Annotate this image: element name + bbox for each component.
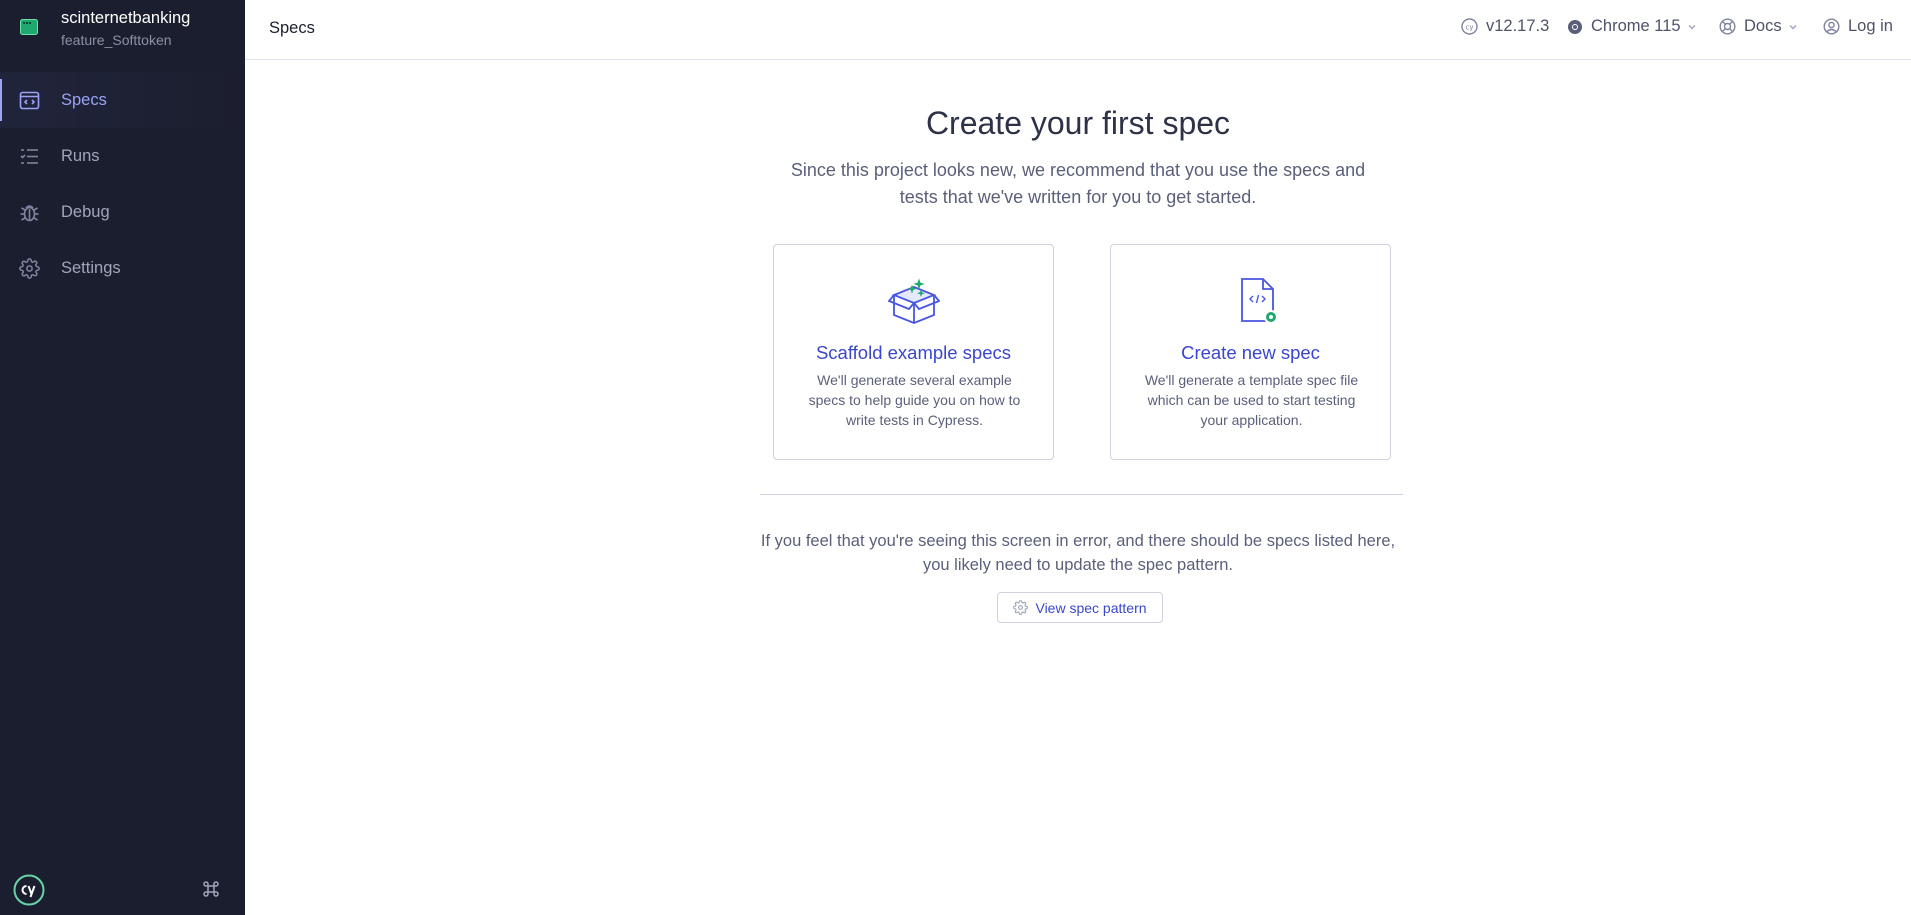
help-text-line-1: If you feel that you're seeing this scre…	[760, 532, 1396, 550]
sidebar-item-label: Specs	[61, 90, 107, 109]
help-text-line-2: you likely need to update the spec patte…	[922, 556, 1234, 574]
project-switcher[interactable]: scinternetbanking feature_Softtoken	[0, 0, 245, 56]
sidebar-item-settings[interactable]: Settings	[0, 240, 245, 296]
cypress-logo-icon[interactable]	[13, 874, 45, 906]
sidebar-item-runs[interactable]: Runs	[0, 128, 245, 184]
svg-text:cy: cy	[1466, 24, 1474, 32]
sidebar-item-label: Debug	[61, 202, 110, 221]
project-icon	[20, 19, 38, 35]
docs-icon	[1719, 18, 1736, 35]
project-name: scinternetbanking	[61, 9, 191, 27]
chrome-icon	[1568, 19, 1582, 34]
login-label: Log in	[1848, 17, 1893, 35]
docs-menu[interactable]: Docs	[1719, 17, 1798, 36]
view-spec-pattern-label: View spec pattern	[1035, 599, 1147, 616]
card-title: Create new spec	[1181, 342, 1320, 363]
login-button[interactable]: Log in	[1823, 17, 1893, 36]
browser-label: Chrome 115	[1591, 17, 1681, 35]
settings-icon	[19, 258, 40, 279]
sidebar-item-label: Runs	[61, 146, 100, 165]
chevron-down-icon	[1688, 24, 1696, 29]
spec-pattern-help-text: If you feel that you're seeing this scre…	[245, 529, 1911, 577]
page-title: Specs	[269, 19, 315, 37]
sidebar: scinternetbanking feature_Softtoken Spec…	[0, 0, 245, 915]
file-code-icon	[1241, 278, 1278, 324]
keyboard-shortcuts-icon[interactable]	[202, 880, 220, 898]
scaffold-example-specs-card[interactable]: Scaffold example specs We'll generate se…	[773, 244, 1054, 460]
cypress-version-icon: cy	[1461, 18, 1478, 35]
browser-selector[interactable]: Chrome 115	[1567, 17, 1697, 36]
sidebar-nav: Specs Runs Debug Settings	[0, 72, 245, 296]
create-new-spec-card[interactable]: Create new spec We'll generate a templat…	[1110, 244, 1391, 460]
card-description: We'll generate a template spec file whic…	[1144, 372, 1359, 428]
specs-icon	[19, 91, 40, 110]
top-header: Specs cy v12.17.3 Chrome 115 Docs Log in	[245, 0, 1911, 60]
version-label: v12.17.3	[1486, 17, 1550, 35]
box-sparkle-icon	[888, 278, 940, 324]
chevron-down-icon	[1789, 24, 1797, 29]
docs-label: Docs	[1744, 17, 1782, 35]
gear-icon	[1013, 600, 1029, 615]
sidebar-item-specs[interactable]: Specs	[0, 72, 245, 128]
user-icon	[1823, 18, 1840, 35]
card-description: We'll generate several example specs to …	[808, 372, 1021, 428]
empty-state-subtitle: Since this project looks new, we recomme…	[790, 160, 1366, 207]
card-title: Scaffold example specs	[815, 342, 1012, 363]
divider	[760, 494, 1403, 495]
sidebar-item-debug[interactable]: Debug	[0, 184, 245, 240]
project-branch: feature_Softtoken	[61, 32, 172, 48]
empty-state-title: Create your first spec	[925, 105, 1231, 141]
version-badge[interactable]: cy v12.17.3	[1461, 17, 1549, 36]
main-content: Create your first spec Since this projec…	[245, 61, 1911, 915]
view-spec-pattern-button[interactable]: View spec pattern	[997, 592, 1163, 623]
debug-icon	[20, 205, 39, 222]
runs-icon	[20, 149, 38, 164]
sidebar-item-label: Settings	[61, 258, 121, 277]
